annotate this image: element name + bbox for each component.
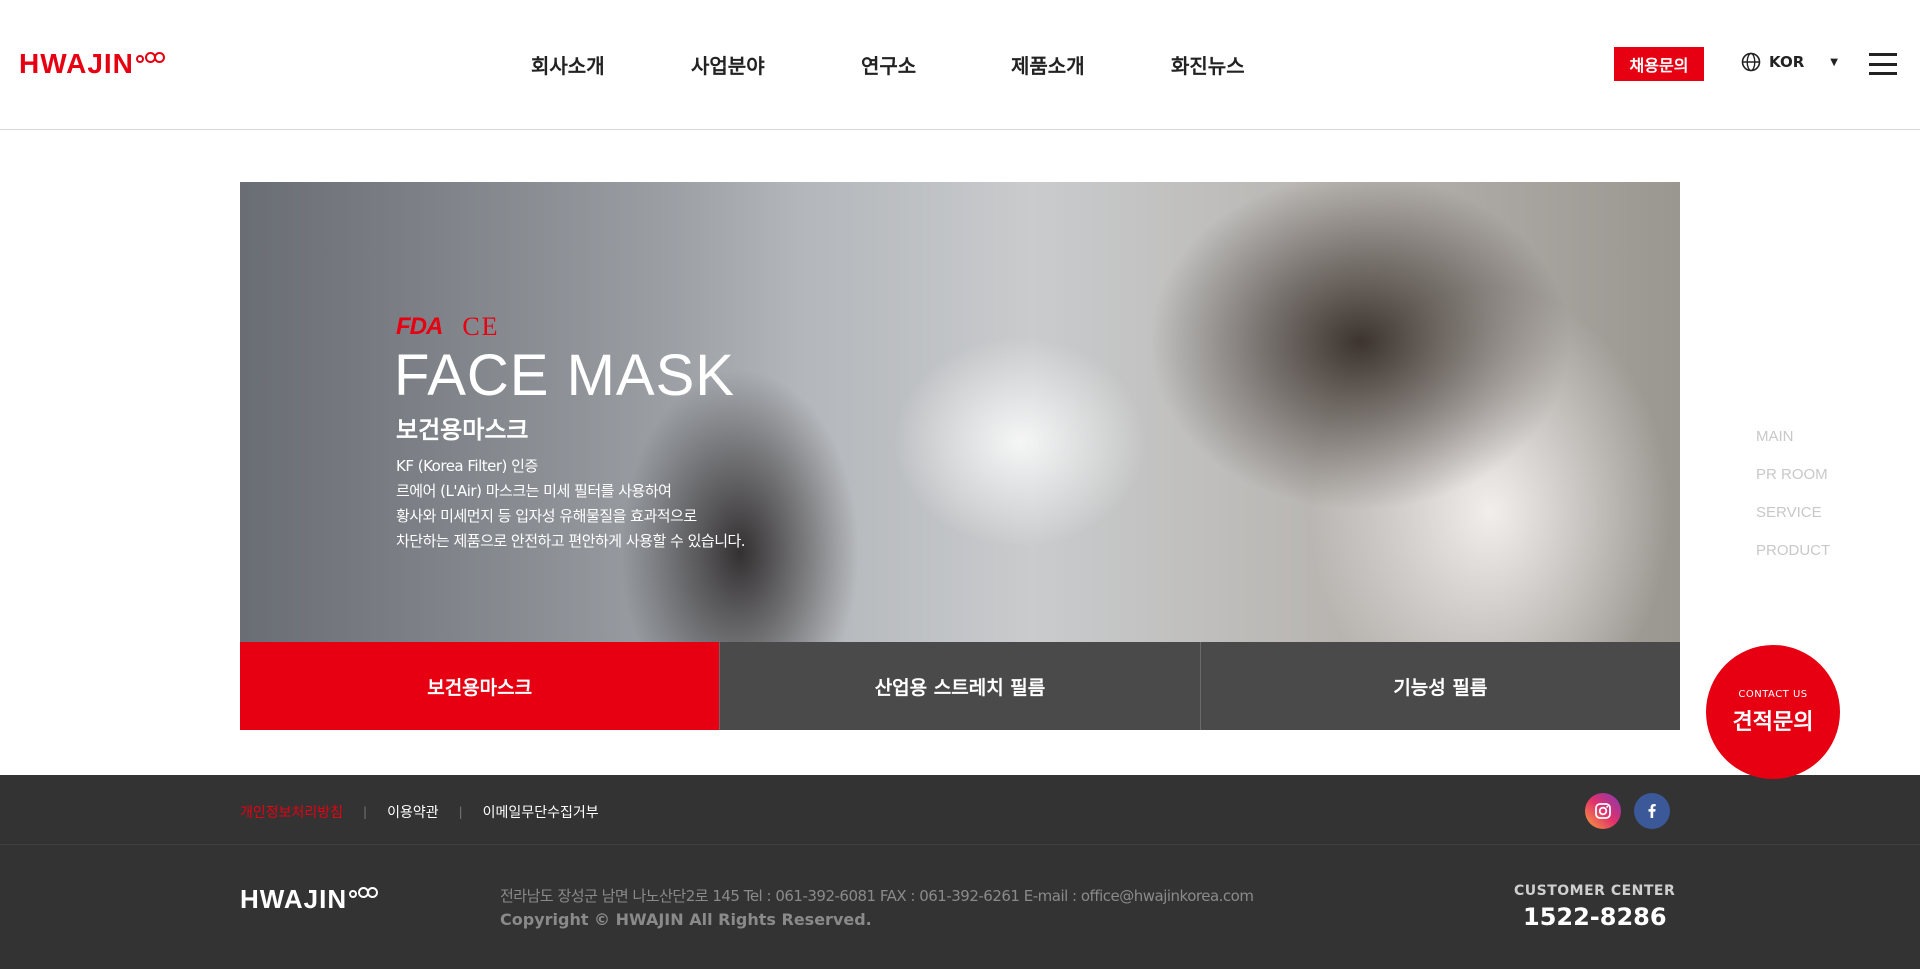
divider: | — [363, 805, 368, 819]
email-refusal-link[interactable]: 이메일무단수집거부 — [483, 802, 599, 822]
hero-banner: FDA CE FACE MASK 보건용마스크 KF (Korea Filter… — [240, 182, 1680, 642]
site-footer: 개인정보처리방침 | 이용약관 | 이메일무단수집거부 HWAJIN 전라남도 … — [0, 775, 1920, 969]
recruit-inquiry-button[interactable]: 채용문의 — [1614, 47, 1704, 81]
side-nav-product[interactable]: PRODUCT — [1756, 532, 1830, 570]
tab-functional-film[interactable]: 기능성 필름 — [1199, 642, 1680, 730]
instagram-icon[interactable] — [1585, 793, 1621, 829]
product-tabs: 보건용마스크 산업용 스트레치 필름 기능성 필름 — [240, 642, 1680, 730]
footer-links: 개인정보처리방침 | 이용약관 | 이메일무단수집거부 — [240, 802, 599, 822]
divider: | — [458, 805, 463, 819]
customer-center-phone[interactable]: 1522-8286 — [1523, 903, 1667, 931]
contact-big-label: 견적문의 — [1732, 709, 1814, 735]
certification-marks: FDA CE — [396, 312, 500, 342]
ce-mark: CE — [462, 312, 500, 341]
copyright: Copyright © HWAJIN All Rights Reserved. — [500, 910, 872, 929]
caret-down-icon: ▼ — [1830, 56, 1838, 68]
contact-us-button[interactable]: CONTACT US 견적문의 — [1706, 645, 1840, 779]
nav-business[interactable]: 사업분야 — [691, 50, 765, 79]
site-header: HWAJIN 회사소개 사업분야 연구소 제품소개 화진뉴스 채용문의 KOR … — [0, 0, 1920, 130]
fda-mark: FDA — [396, 313, 443, 340]
hero-title: FACE MASK — [394, 343, 735, 408]
language-selector[interactable]: KOR ▼ — [1741, 52, 1838, 72]
nav-company[interactable]: 회사소개 — [531, 50, 605, 79]
menu-icon[interactable] — [1869, 53, 1897, 75]
tab-stretch-film[interactable]: 산업용 스트레치 필름 — [719, 642, 1200, 730]
footer-logo-rings-icon — [349, 887, 379, 898]
side-nav-pr-room[interactable]: PR ROOM — [1756, 456, 1830, 494]
side-nav: MAIN PR ROOM SERVICE PRODUCT — [1756, 418, 1830, 570]
facebook-icon[interactable] — [1634, 793, 1670, 829]
globe-icon — [1741, 52, 1761, 72]
customer-center-label: CUSTOMER CENTER — [1514, 883, 1676, 899]
privacy-policy-link[interactable]: 개인정보처리방침 — [240, 802, 343, 822]
hero-desc-line: 황사와 미세먼지 등 입자성 유해물질을 효과적으로 — [396, 507, 697, 525]
hero-description: KF (Korea Filter) 인증 르에어 (L'Air) 마스크는 미세… — [396, 454, 746, 554]
footer-top-bar: 개인정보처리방침 | 이용약관 | 이메일무단수집거부 — [0, 775, 1920, 845]
nav-products[interactable]: 제품소개 — [1011, 50, 1085, 79]
nav-news[interactable]: 화진뉴스 — [1171, 50, 1245, 79]
side-nav-main[interactable]: MAIN — [1756, 418, 1830, 456]
tab-health-mask[interactable]: 보건용마스크 — [240, 642, 720, 730]
hero-desc-line: KF (Korea Filter) 인증 — [396, 457, 538, 475]
terms-link[interactable]: 이용약관 — [387, 802, 439, 822]
hero-desc-line: 차단하는 제품으로 안전하고 편안하게 사용할 수 있습니다. — [396, 532, 746, 550]
hero-desc-line: 르에어 (L'Air) 마스크는 미세 필터를 사용하여 — [396, 482, 672, 500]
language-label: KOR — [1769, 53, 1805, 71]
nav-lab[interactable]: 연구소 — [861, 50, 916, 79]
side-nav-service[interactable]: SERVICE — [1756, 494, 1830, 532]
footer-logo: HWAJIN — [240, 883, 379, 915]
contact-small-label: CONTACT US — [1738, 688, 1808, 700]
hero-subtitle: 보건용마스크 — [396, 416, 529, 444]
footer-logo-text: HWAJIN — [240, 884, 348, 914]
company-address: 전라남도 장성군 남면 나노산단2로 145 Tel : 061-392-608… — [500, 887, 1254, 905]
